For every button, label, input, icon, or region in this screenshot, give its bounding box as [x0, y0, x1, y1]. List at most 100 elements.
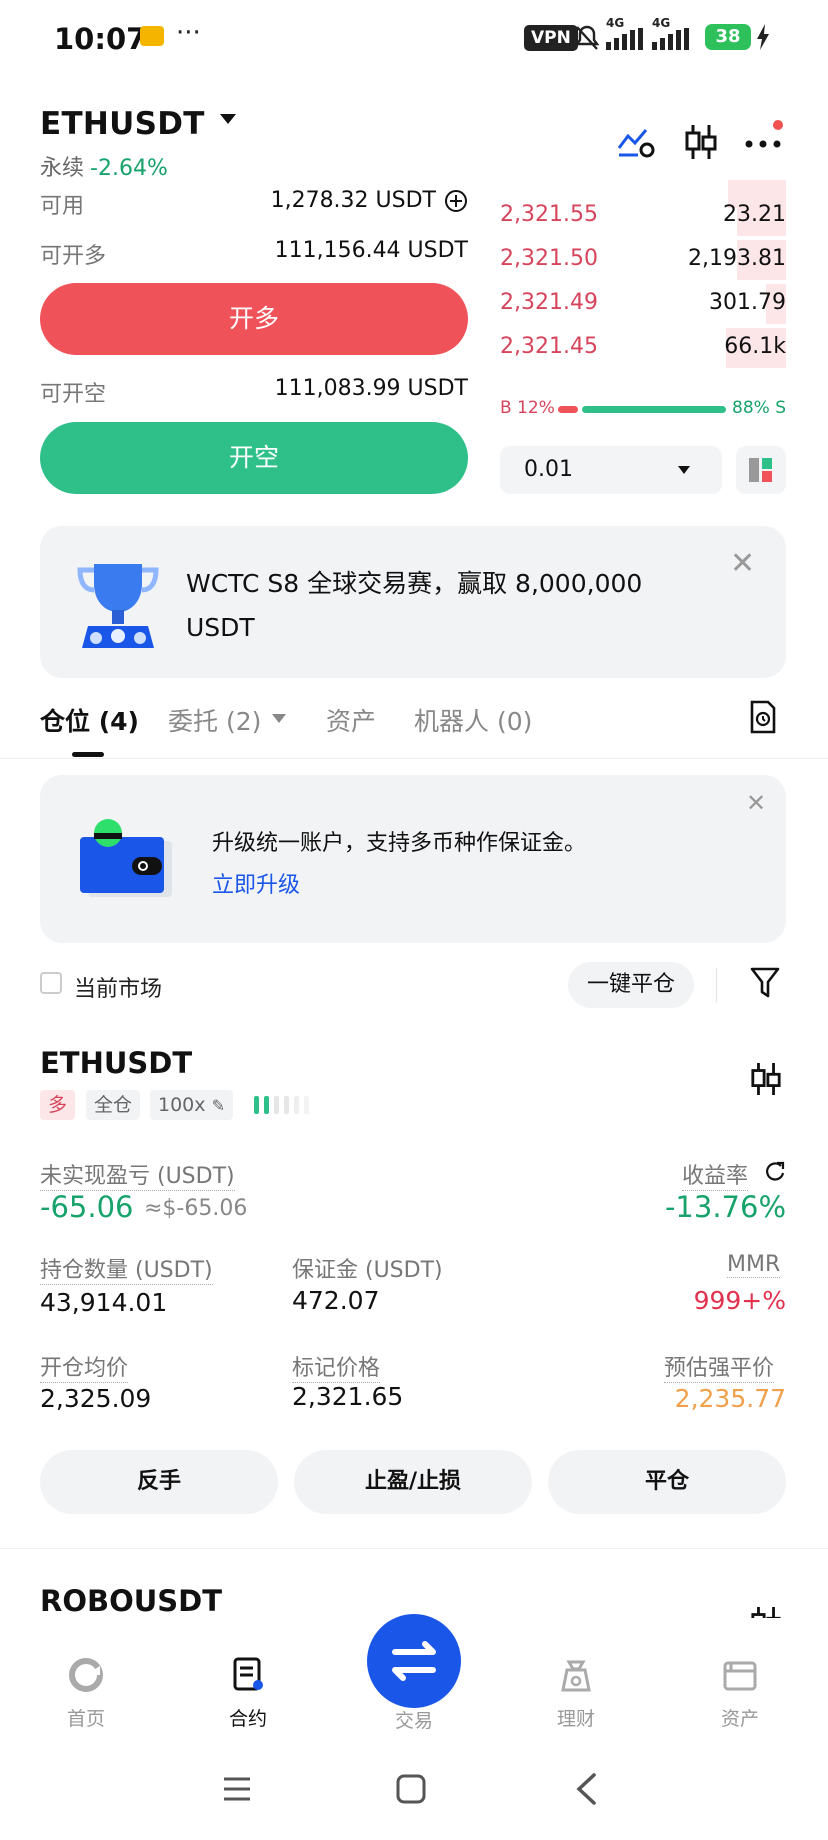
position-symbol[interactable]: ETHUSDT [40, 1046, 192, 1080]
nav-assets-label: 资产 [720, 1708, 759, 1730]
status-bar: 10:07 ··· VPN 4G 4G 38 [0, 0, 828, 80]
orderbook-row[interactable]: 2,321.50 2,193.81 [500, 240, 786, 280]
ask-qty: 2,193.81 [688, 246, 786, 271]
buy-sell-ratio: B 12% 88% S [500, 398, 786, 420]
close-icon[interactable]: ✕ [730, 546, 755, 581]
promo-banner[interactable]: WCTC S8 全球交易赛，赢取 8,000,000 USDT ✕ [40, 526, 786, 678]
signal-icon-2 [652, 28, 692, 54]
entry-price-value: 2,325.09 [40, 1384, 152, 1413]
open-long-button[interactable]: 开多 [40, 283, 468, 355]
leverage-badge[interactable]: 100x ✎ [150, 1090, 233, 1120]
more-menu-icon[interactable] [744, 134, 784, 153]
open-short-button[interactable]: 开空 [40, 422, 468, 494]
ask-price: 2,321.45 [500, 334, 598, 359]
close-all-button[interactable]: 一键平仓 [568, 962, 694, 1008]
nav-futures[interactable]: 合约 [198, 1656, 298, 1731]
roe-value: -13.76% [664, 1190, 786, 1224]
share-icon[interactable] [764, 1160, 786, 1186]
tab-bots[interactable]: 机器人 (0) [414, 702, 532, 738]
divider [0, 1548, 828, 1549]
position-symbol[interactable]: ROBOUSDT [40, 1584, 222, 1618]
upnl-approx: ≈$-65.06 [144, 1196, 248, 1221]
mmr-value: 999+% [693, 1286, 786, 1315]
nav-earn[interactable]: 理财 [526, 1656, 626, 1731]
current-market-checkbox[interactable] [40, 972, 62, 994]
trade-button[interactable] [367, 1614, 461, 1708]
divider [0, 758, 828, 759]
contract-info: 永续 -2.64% [40, 150, 168, 182]
orderbook-row[interactable]: 2,321.45 66.1k [500, 328, 786, 368]
ask-price: 2,321.55 [500, 202, 598, 227]
liq-price-label[interactable]: 预估强平价 [664, 1350, 775, 1383]
upnl-value: -65.06 [40, 1190, 134, 1224]
mmr-label[interactable]: MMR [727, 1252, 781, 1278]
candlestick-chart-icon[interactable] [684, 122, 718, 166]
nav-assets[interactable]: 资产 [690, 1656, 790, 1731]
home-icon [69, 1658, 103, 1692]
pair-selector[interactable]: ETHUSDT [40, 106, 205, 142]
notification-app-icon [140, 26, 164, 46]
pair-dropdown-icon[interactable] [220, 114, 236, 124]
tpsl-button[interactable]: 止盈/止损 [294, 1450, 532, 1514]
charging-icon [756, 24, 770, 54]
liq-price-value: 2,235.77 [674, 1384, 786, 1413]
mark-price-label[interactable]: 标记价格 [292, 1350, 381, 1383]
entry-price-label[interactable]: 开仓均价 [40, 1350, 129, 1383]
roe-label[interactable]: 收益率 [682, 1158, 749, 1191]
nav-earn-label: 理财 [556, 1708, 595, 1730]
divider [716, 968, 717, 1002]
history-icon[interactable] [748, 700, 778, 738]
can-long-label: 可开多 [40, 244, 107, 269]
orderbook-layout-button[interactable] [736, 446, 786, 494]
wallet-icon [80, 819, 172, 897]
upnl-label[interactable]: 未实现盈亏 (USDT) [40, 1158, 235, 1191]
orderbook-row[interactable]: 2,321.49 301.79 [500, 284, 786, 324]
nav-trade-label: 交易 [394, 1710, 433, 1732]
margin-label: 保证金 (USDT) [292, 1258, 443, 1283]
size-value: 43,914.01 [40, 1288, 168, 1317]
can-long-value: 111,156.44 USDT [274, 238, 468, 263]
available-value: 1,278.32 USDT [270, 188, 436, 213]
filter-icon[interactable] [750, 966, 780, 1004]
close-icon[interactable]: ✕ [746, 789, 766, 817]
precision-select[interactable]: 0.01 [500, 446, 722, 494]
assets-icon [723, 1661, 757, 1691]
candlestick-chart-icon[interactable] [750, 1060, 782, 1102]
perpetual-label: 永续 [40, 156, 85, 181]
can-short-label: 可开空 [40, 382, 107, 407]
margin-mode-badge: 全仓 [86, 1090, 141, 1120]
upgrade-text: 升级统一账户，支持多币种作保证金。 [212, 831, 587, 856]
chevron-down-icon[interactable] [272, 714, 286, 723]
recent-apps-icon[interactable] [222, 1774, 252, 1808]
upgrade-link[interactable]: 立即升级 [212, 867, 300, 899]
buy-ratio-bar [558, 406, 578, 413]
size-label[interactable]: 持仓数量 (USDT) [40, 1252, 213, 1285]
nav-home[interactable]: 首页 [36, 1656, 136, 1731]
precision-value: 0.01 [524, 457, 573, 482]
nav-futures-label: 合约 [228, 1708, 267, 1730]
back-icon[interactable] [574, 1772, 598, 1810]
status-time: 10:07 [54, 22, 147, 56]
tab-positions[interactable]: 仓位 (4) [40, 702, 139, 738]
mark-price-value: 2,321.65 [292, 1382, 404, 1411]
home-button-icon[interactable] [396, 1774, 426, 1808]
ask-price: 2,321.50 [500, 246, 598, 271]
reverse-button[interactable]: 反手 [40, 1450, 278, 1514]
sell-ratio-bar [582, 406, 726, 413]
tab-assets[interactable]: 资产 [326, 702, 376, 738]
more-notifications-icon: ··· [176, 18, 201, 48]
buy-ratio: B 12% [500, 398, 555, 418]
orderbook-row[interactable]: 2,321.55 23.21 [500, 196, 786, 236]
ask-qty: 66.1k [724, 334, 786, 359]
layout-icon [749, 458, 772, 482]
candlestick-chart-icon[interactable] [750, 1604, 782, 1618]
tab-orders[interactable]: 委托 (2) [168, 702, 261, 738]
upgrade-banner[interactable]: 升级统一账户，支持多币种作保证金。 立即升级 ✕ [40, 775, 786, 943]
close-position-button[interactable]: 平仓 [548, 1450, 786, 1514]
add-funds-icon[interactable] [444, 189, 468, 217]
strategy-icon[interactable] [616, 124, 656, 164]
leverage-value: 100x [158, 1094, 206, 1116]
futures-icon [233, 1657, 263, 1691]
notification-dot [773, 120, 783, 130]
active-tab-indicator [72, 752, 104, 757]
